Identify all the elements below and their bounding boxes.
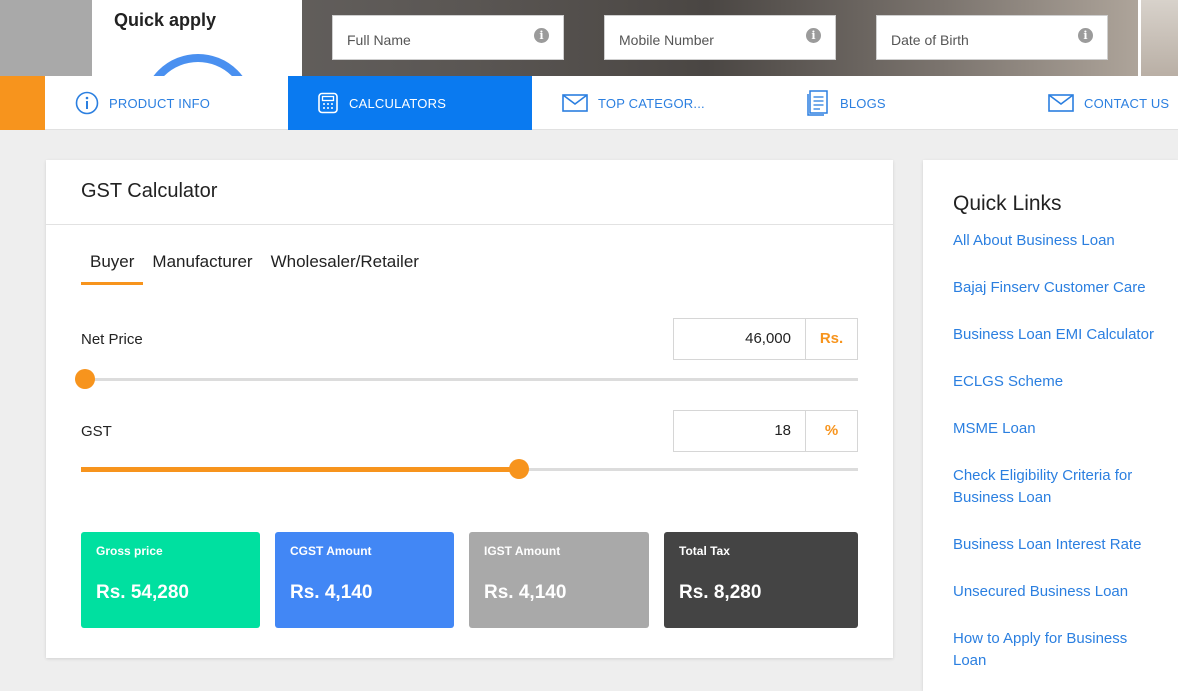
- mail-icon: [1048, 93, 1074, 113]
- nav-accent: [0, 76, 45, 130]
- total-tax-label: Total Tax: [679, 544, 730, 558]
- nav-product-info[interactable]: PRODUCT INFO: [75, 76, 210, 130]
- date-of-birth-placeholder: Date of Birth: [891, 31, 969, 48]
- date-of-birth-field[interactable]: Date of Birth i: [876, 15, 1108, 60]
- gross-price-label: Gross price: [96, 544, 163, 558]
- mail-icon: [562, 93, 588, 113]
- quick-link[interactable]: MSME Loan: [953, 418, 1178, 440]
- quick-links-title: Quick Links: [953, 192, 1062, 215]
- gst-slider-handle[interactable]: [509, 459, 529, 479]
- full-name-field[interactable]: Full Name i: [332, 15, 564, 60]
- tab-manufacturer[interactable]: Manufacturer: [143, 252, 261, 285]
- gross-price-value: Rs. 54,280: [96, 582, 189, 603]
- full-name-placeholder: Full Name: [347, 31, 411, 48]
- gst-label: GST: [81, 423, 112, 440]
- tab-buyer[interactable]: Buyer: [81, 252, 144, 285]
- hero-banner: Quick apply Full Name i Mobile Number i …: [0, 0, 1178, 76]
- total-tax-box: Total Tax Rs. 8,280: [664, 532, 858, 628]
- calculator-tabs: Buyer Manufacturer Wholesaler/Retailer: [81, 252, 428, 285]
- gst-slider-fill: [81, 467, 519, 472]
- document-icon: [806, 90, 830, 116]
- gst-input[interactable]: 18 %: [673, 410, 858, 452]
- quick-link[interactable]: Bajaj Finserv Customer Care: [953, 277, 1178, 299]
- progress-arc: [142, 54, 254, 76]
- net-price-slider-handle[interactable]: [75, 369, 95, 389]
- calculator-title: GST Calculator: [81, 180, 218, 202]
- cgst-amount-label: CGST Amount: [290, 544, 372, 558]
- net-price-input[interactable]: 46,000 Rs.: [673, 318, 858, 360]
- net-price-slider[interactable]: [75, 369, 858, 389]
- igst-amount-value: Rs. 4,140: [484, 582, 567, 603]
- gst-row: GST 18 %: [81, 410, 858, 480]
- gst-calculator-card: GST Calculator Buyer Manufacturer Wholes…: [46, 160, 893, 658]
- info-icon[interactable]: i: [1078, 28, 1093, 43]
- gross-price-box: Gross price Rs. 54,280: [81, 532, 260, 628]
- cgst-amount-box: CGST Amount Rs. 4,140: [275, 532, 454, 628]
- mobile-number-placeholder: Mobile Number: [619, 31, 714, 48]
- net-price-row: Net Price 46,000 Rs.: [75, 318, 858, 389]
- quick-apply-title: Quick apply: [114, 10, 217, 30]
- net-price-unit: Rs.: [819, 330, 844, 347]
- nav-label: BLOGS: [840, 96, 886, 111]
- nav-label: TOP CATEGOR...: [598, 96, 705, 111]
- net-price-value[interactable]: 46,000: [674, 319, 806, 359]
- nav-label: PRODUCT INFO: [109, 96, 211, 111]
- quick-link[interactable]: How to Apply for Business Loan: [953, 628, 1178, 672]
- quick-links-panel: Quick Links All About Business Loan Baja…: [923, 160, 1178, 691]
- mobile-number-field[interactable]: Mobile Number i: [604, 15, 836, 60]
- results-row: Gross price Rs. 54,280 CGST Amount Rs. 4…: [81, 532, 858, 628]
- nav-label: CALCULATORS: [349, 96, 447, 111]
- quick-link[interactable]: ECLGS Scheme: [953, 371, 1178, 393]
- quick-link[interactable]: Business Loan Interest Rate: [953, 534, 1178, 556]
- nav-blogs[interactable]: BLOGS: [806, 76, 886, 130]
- nav-calculators[interactable]: CALCULATORS: [288, 76, 532, 130]
- section-nav: PRODUCT INFO CALCULATORS TOP CATEGOR... …: [0, 76, 1178, 130]
- total-tax-value: Rs. 8,280: [679, 582, 762, 603]
- banner-image-left: [0, 0, 92, 76]
- net-price-label: Net Price: [81, 331, 143, 348]
- calculator-icon: [317, 92, 339, 114]
- gst-slider[interactable]: [81, 459, 858, 479]
- quick-link[interactable]: Business Loan EMI Calculator: [953, 324, 1178, 346]
- gst-value[interactable]: 18: [674, 411, 806, 451]
- gst-unit: %: [824, 422, 839, 439]
- quick-link[interactable]: Unsecured Business Loan: [953, 581, 1178, 603]
- nav-top-categories[interactable]: TOP CATEGOR...: [562, 76, 705, 130]
- info-icon[interactable]: i: [534, 28, 549, 43]
- banner-image-right: [1138, 0, 1178, 76]
- tab-wholesaler-retailer[interactable]: Wholesaler/Retailer: [262, 252, 428, 285]
- quick-link[interactable]: Check Eligibility Criteria for Business …: [953, 465, 1178, 509]
- igst-amount-label: IGST Amount: [484, 544, 561, 558]
- card-header: GST Calculator: [46, 160, 893, 225]
- quick-apply-panel: Quick apply: [92, 0, 302, 76]
- info-icon[interactable]: i: [806, 28, 821, 43]
- nav-label: CONTACT US: [1084, 96, 1170, 111]
- igst-amount-box: IGST Amount Rs. 4,140: [469, 532, 649, 628]
- nav-contact-us[interactable]: CONTACT US: [1048, 76, 1169, 130]
- quick-link[interactable]: All About Business Loan: [953, 230, 1178, 252]
- cgst-amount-value: Rs. 4,140: [290, 582, 373, 603]
- info-icon: [75, 91, 99, 115]
